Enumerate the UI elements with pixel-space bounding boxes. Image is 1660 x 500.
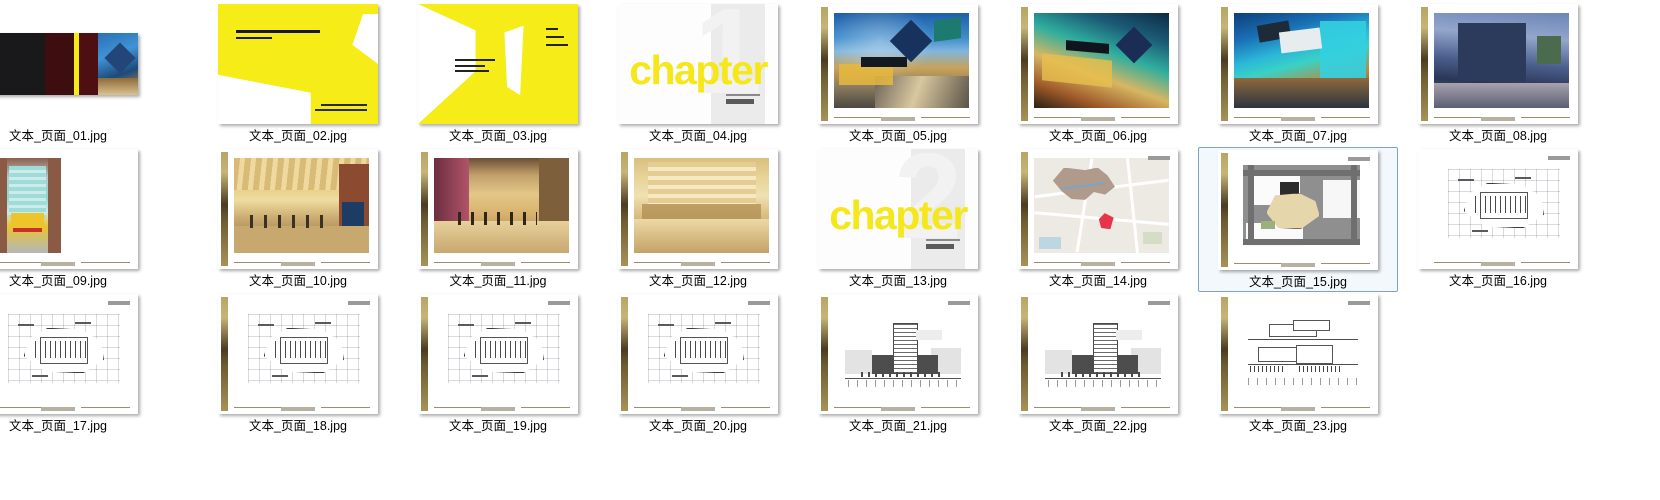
thumbnail-page-chapter: 1 chapter (618, 4, 778, 124)
file-name-label: 文本_页面_15.jpg (1249, 275, 1347, 289)
file-thumbnail[interactable] (998, 2, 1198, 126)
file-name-label: 文本_页面_07.jpg (1249, 129, 1347, 143)
file-item[interactable]: 文本_页面_08.jpg (1398, 2, 1598, 147)
thumbnail-page-location-map (1018, 149, 1178, 269)
thumbnail-page-photo-interior (218, 149, 378, 269)
file-thumbnail[interactable] (1198, 2, 1398, 126)
file-name-label: 文本_页面_13.jpg (849, 274, 947, 288)
thumbnail-page-chapter: 2 chapter (818, 149, 978, 269)
file-thumbnail[interactable] (198, 2, 398, 126)
thumbnail-page-photo-exterior (1218, 4, 1378, 124)
thumbnail-page-photo-atrium (0, 149, 138, 269)
file-name-label: 文本_页面_05.jpg (849, 129, 947, 143)
file-item[interactable]: 文本_页面_20.jpg (598, 292, 798, 437)
file-item[interactable]: 文本_页面_21.jpg (798, 292, 998, 437)
file-item[interactable]: 文本_页面_11.jpg (398, 147, 598, 292)
file-item[interactable]: 2 chapter 文本_页面_13.jpg (798, 147, 998, 292)
file-name-label: 文本_页面_14.jpg (1049, 274, 1147, 288)
file-thumbnail[interactable] (1198, 148, 1398, 272)
file-thumbnail-grid[interactable]: 文本_页面_01.jpg 文本_页面_02.jpg 文本_页面_03.jpg 1 cha… (0, 0, 1660, 500)
file-thumbnail[interactable] (1398, 147, 1598, 271)
thumbnail-page-floor-plan (218, 294, 378, 414)
file-thumbnail[interactable] (0, 2, 158, 126)
file-item[interactable]: 文本_页面_07.jpg (1198, 2, 1398, 147)
file-name-label: 文本_页面_04.jpg (649, 129, 747, 143)
chapter-word: chapter (829, 191, 968, 238)
file-thumbnail[interactable] (998, 292, 1198, 416)
chapter-word: chapter (629, 46, 768, 93)
thumbnail-page-floor-plan (418, 294, 578, 414)
file-name-label: 文本_页面_08.jpg (1449, 129, 1547, 143)
file-thumbnail[interactable] (198, 292, 398, 416)
file-thumbnail[interactable] (798, 292, 998, 416)
file-item[interactable]: 文本_页面_03.jpg (398, 2, 598, 147)
file-name-label: 文本_页面_18.jpg (249, 419, 347, 433)
file-item[interactable]: 文本_页面_15.jpg (1198, 147, 1398, 292)
file-name-label: 文本_页面_12.jpg (649, 274, 747, 288)
file-item[interactable]: 文本_页面_09.jpg (0, 147, 158, 292)
file-name-label: 文本_页面_10.jpg (249, 274, 347, 288)
file-item[interactable]: 文本_页面_16.jpg (1398, 147, 1598, 292)
file-item[interactable]: 文本_页面_19.jpg (398, 292, 598, 437)
file-thumbnail[interactable] (198, 147, 398, 271)
file-thumbnail[interactable] (598, 147, 798, 271)
file-thumbnail[interactable] (398, 292, 598, 416)
thumbnail-page-site-plan (1218, 150, 1378, 270)
file-thumbnail[interactable]: 2 chapter (798, 147, 998, 271)
file-name-label: 文本_页面_16.jpg (1449, 274, 1547, 288)
file-name-label: 文本_页面_11.jpg (449, 274, 547, 288)
file-name-label: 文本_页面_19.jpg (449, 419, 547, 433)
file-item[interactable]: 文本_页面_10.jpg (198, 147, 398, 292)
file-item[interactable]: 文本_页面_05.jpg (798, 2, 998, 147)
file-item[interactable]: 文本_页面_01.jpg (0, 2, 158, 147)
file-name-label: 文本_页面_02.jpg (249, 129, 347, 143)
file-name-label: 文本_页面_22.jpg (1049, 419, 1147, 433)
file-item[interactable]: 文本_页面_12.jpg (598, 147, 798, 292)
file-thumbnail[interactable] (0, 147, 158, 271)
file-item[interactable]: 文本_页面_22.jpg (998, 292, 1198, 437)
file-thumbnail[interactable] (0, 292, 158, 416)
thumbnail-page-elevation (818, 294, 978, 414)
file-name-label: 文本_页面_21.jpg (849, 419, 947, 433)
file-name-label: 文本_页面_20.jpg (649, 419, 747, 433)
thumbnail-page-floor-plan (618, 294, 778, 414)
file-name-label: 文本_页面_17.jpg (9, 419, 107, 433)
file-item[interactable]: 文本_页面_06.jpg (998, 2, 1198, 147)
file-name-label: 文本_页面_09.jpg (9, 274, 107, 288)
file-name-label: 文本_页面_01.jpg (9, 129, 107, 143)
file-item[interactable]: 1 chapter 文本_页面_04.jpg (598, 2, 798, 147)
file-thumbnail[interactable] (1398, 2, 1598, 126)
thumbnail-page-photo-exterior (818, 4, 978, 124)
file-item[interactable]: 文本_页面_18.jpg (198, 292, 398, 437)
thumbnail-page-photo-interior (618, 149, 778, 269)
file-item[interactable]: 文本_页面_02.jpg (198, 2, 398, 147)
file-item[interactable]: 文本_页面_14.jpg (998, 147, 1198, 292)
thumbnail-page-cover-strip (0, 33, 138, 95)
thumbnail-page-yellow-cover (218, 4, 378, 124)
thumbnail-page-elevation (1018, 294, 1178, 414)
file-name-label: 文本_页面_03.jpg (449, 129, 547, 143)
file-thumbnail[interactable] (398, 2, 598, 126)
file-thumbnail[interactable] (398, 147, 598, 271)
thumbnail-page-section (1218, 294, 1378, 414)
file-thumbnail[interactable] (798, 2, 998, 126)
file-thumbnail[interactable] (598, 292, 798, 416)
file-thumbnail[interactable] (1198, 292, 1398, 416)
file-name-label: 文本_页面_06.jpg (1049, 129, 1147, 143)
file-item[interactable]: 文本_页面_17.jpg (0, 292, 158, 437)
thumbnail-page-yellow-inner (418, 4, 578, 124)
thumbnail-page-photo-interior (418, 149, 578, 269)
file-item[interactable]: 文本_页面_23.jpg (1198, 292, 1398, 437)
thumbnail-page-photo-exterior (1418, 4, 1578, 124)
thumbnail-page-photo-exterior (1018, 4, 1178, 124)
thumbnail-page-floor-plan (1418, 149, 1578, 269)
file-name-label: 文本_页面_23.jpg (1249, 419, 1347, 433)
file-thumbnail[interactable]: 1 chapter (598, 2, 798, 126)
file-thumbnail[interactable] (998, 147, 1198, 271)
thumbnail-page-floor-plan (0, 294, 138, 414)
